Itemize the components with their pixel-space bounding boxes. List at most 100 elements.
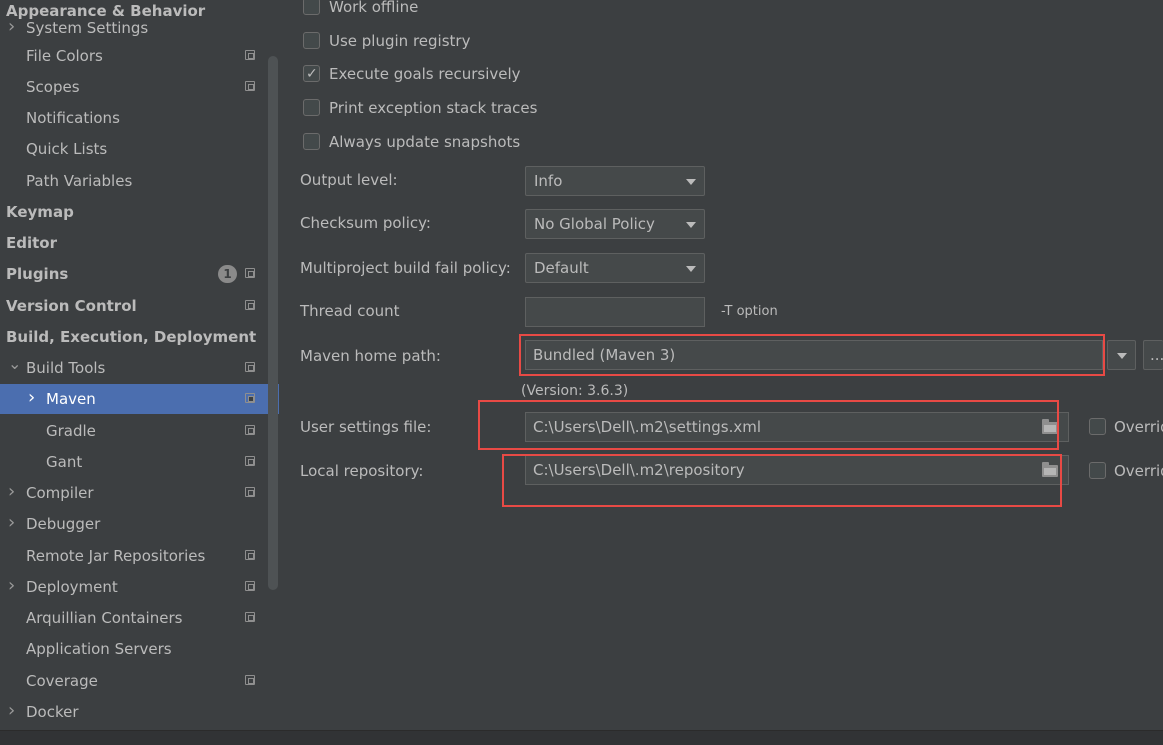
checksum-policy-label: Checksum policy: xyxy=(300,214,431,232)
sidebar-item-compiler[interactable]: › Compiler xyxy=(0,478,266,508)
sidebar-item-quick-lists[interactable]: Quick Lists xyxy=(0,134,266,164)
fail-policy-label: Multiproject build fail policy: xyxy=(300,259,511,277)
sidebar-item-arquillian-containers[interactable]: Arquillian Containers xyxy=(0,603,266,633)
checkbox-box[interactable] xyxy=(303,0,320,15)
sidebar-item-label: Quick Lists xyxy=(26,140,108,158)
update-count-badge: 1 xyxy=(218,265,237,283)
checkbox-box[interactable] xyxy=(303,133,320,150)
sidebar-item-gant[interactable]: Gant xyxy=(0,447,266,477)
local-repo-override-label: Overrid xyxy=(1114,462,1163,480)
output-level-select[interactable]: Info xyxy=(525,166,705,196)
chevron-right-icon[interactable]: › xyxy=(8,18,18,36)
sidebar-item-label: File Colors xyxy=(26,47,103,65)
sidebar-item-plugins[interactable]: Plugins 1 xyxy=(0,259,266,289)
highlight-box-maven-home xyxy=(519,334,1105,376)
sidebar-item-editor[interactable]: Editor xyxy=(0,228,266,258)
project-settings-icon xyxy=(245,675,255,685)
user-settings-label: User settings file: xyxy=(300,418,432,436)
sidebar-item-version-control[interactable]: Version Control xyxy=(0,291,266,321)
sidebar-item-debugger[interactable]: › Debugger xyxy=(0,509,266,539)
project-settings-icon xyxy=(245,393,255,403)
sidebar-item-label: Maven xyxy=(46,390,96,408)
sidebar-item-build-tools[interactable]: ⌄ Build Tools xyxy=(0,353,266,383)
thread-count-input[interactable] xyxy=(525,297,705,327)
chevron-right-icon[interactable]: › xyxy=(8,702,18,720)
maven-settings-panel: Work offline Use plugin registry Execute g… xyxy=(279,0,1163,730)
chevron-right-icon[interactable]: › xyxy=(8,577,18,595)
chevron-down-icon xyxy=(686,179,696,185)
project-settings-icon xyxy=(245,456,255,466)
local-repo-label: Local repository: xyxy=(300,462,424,480)
sidebar-item-label: Gradle xyxy=(46,422,96,440)
sidebar-item-maven[interactable]: › Maven xyxy=(0,384,279,414)
project-settings-icon xyxy=(245,425,255,435)
checksum-policy-value: No Global Policy xyxy=(534,215,655,233)
sidebar-item-build-execution-deployment[interactable]: Build, Execution, Deployment xyxy=(0,322,266,352)
sidebar-item-label: Build, Execution, Deployment xyxy=(6,328,257,346)
fail-policy-value: Default xyxy=(534,259,589,277)
checkbox-label: Use plugin registry xyxy=(329,32,471,50)
sidebar-item-deployment[interactable]: › Deployment xyxy=(0,572,266,602)
sidebar-item-remote-jar-repositories[interactable]: Remote Jar Repositories xyxy=(0,541,266,571)
sidebar-item-docker[interactable]: › Docker xyxy=(0,697,266,727)
sidebar-item-file-colors[interactable]: File Colors xyxy=(0,41,266,71)
sidebar-item-system-settings[interactable]: › System Settings xyxy=(0,13,266,43)
sidebar-item-label: Version Control xyxy=(6,297,137,315)
settings-sidebar: Appearance & Behavior › System Settings Fil… xyxy=(0,0,279,730)
checksum-policy-select[interactable]: No Global Policy xyxy=(525,209,705,239)
project-settings-icon xyxy=(245,612,255,622)
local-repo-override-checkbox[interactable] xyxy=(1089,462,1106,479)
sidebar-item-label: Gant xyxy=(46,453,83,471)
sidebar-item-scopes[interactable]: Scopes xyxy=(0,72,266,102)
sidebar-item-notifications[interactable]: Notifications xyxy=(0,103,266,133)
sidebar-item-label: Compiler xyxy=(26,484,94,502)
checkbox-box[interactable] xyxy=(303,63,320,85)
sidebar-item-label: Notifications xyxy=(26,109,120,127)
bottom-bar xyxy=(0,730,1163,745)
chevron-down-icon xyxy=(686,266,696,272)
chevron-right-icon[interactable]: › xyxy=(8,514,18,532)
sidebar-item-label: System Settings xyxy=(26,19,149,37)
project-settings-icon xyxy=(245,550,255,560)
sidebar-item-label: Plugins xyxy=(6,265,69,283)
maven-home-browse-button[interactable]: ... xyxy=(1143,340,1163,370)
sidebar-item-label: Editor xyxy=(6,234,57,252)
project-settings-icon xyxy=(245,300,255,310)
checkbox-box[interactable] xyxy=(303,32,320,49)
sidebar-item-label: Debugger xyxy=(26,515,101,533)
sidebar-item-coverage[interactable]: Coverage xyxy=(0,666,266,696)
sidebar-item-label: Build Tools xyxy=(26,359,106,377)
chevron-right-icon[interactable]: › xyxy=(8,483,18,501)
chevron-down-icon[interactable]: ⌄ xyxy=(8,356,21,372)
highlight-box-local-repo xyxy=(502,454,1062,507)
sidebar-item-label: Deployment xyxy=(26,578,118,596)
chevron-down-icon xyxy=(686,222,696,228)
project-settings-icon xyxy=(245,581,255,591)
highlight-box-user-settings xyxy=(478,400,1059,450)
checkbox-label: Always update snapshots xyxy=(329,133,521,151)
sidebar-item-label: Scopes xyxy=(26,78,80,96)
sidebar-item-label: Keymap xyxy=(6,203,74,221)
sidebar-item-application-servers[interactable]: Application Servers xyxy=(0,634,266,664)
checkbox-label: Print exception stack traces xyxy=(329,99,538,117)
sidebar-scrollbar[interactable] xyxy=(268,56,278,590)
maven-home-dropdown-button[interactable] xyxy=(1107,340,1136,370)
checkbox-box[interactable] xyxy=(303,99,320,116)
project-settings-icon xyxy=(245,362,255,372)
chevron-down-icon xyxy=(1117,353,1127,359)
sidebar-item-label: Arquillian Containers xyxy=(26,609,183,627)
sidebar-item-keymap[interactable]: Keymap xyxy=(0,197,266,227)
project-settings-icon xyxy=(245,487,255,497)
maven-version-text: (Version: 3.6.3) xyxy=(521,383,629,399)
sidebar-item-path-variables[interactable]: Path Variables xyxy=(0,166,266,196)
browse-label: ... xyxy=(1150,346,1163,364)
chevron-right-icon[interactable]: › xyxy=(28,389,38,407)
sidebar-item-label: Application Servers xyxy=(26,640,172,658)
maven-home-label: Maven home path: xyxy=(300,347,441,365)
checkbox-label: Execute goals recursively xyxy=(329,65,521,83)
sidebar-item-label: Coverage xyxy=(26,672,98,690)
output-level-value: Info xyxy=(534,172,563,190)
sidebar-item-gradle[interactable]: Gradle xyxy=(0,416,266,446)
user-settings-override-checkbox[interactable] xyxy=(1089,418,1106,435)
fail-policy-select[interactable]: Default xyxy=(525,253,705,283)
